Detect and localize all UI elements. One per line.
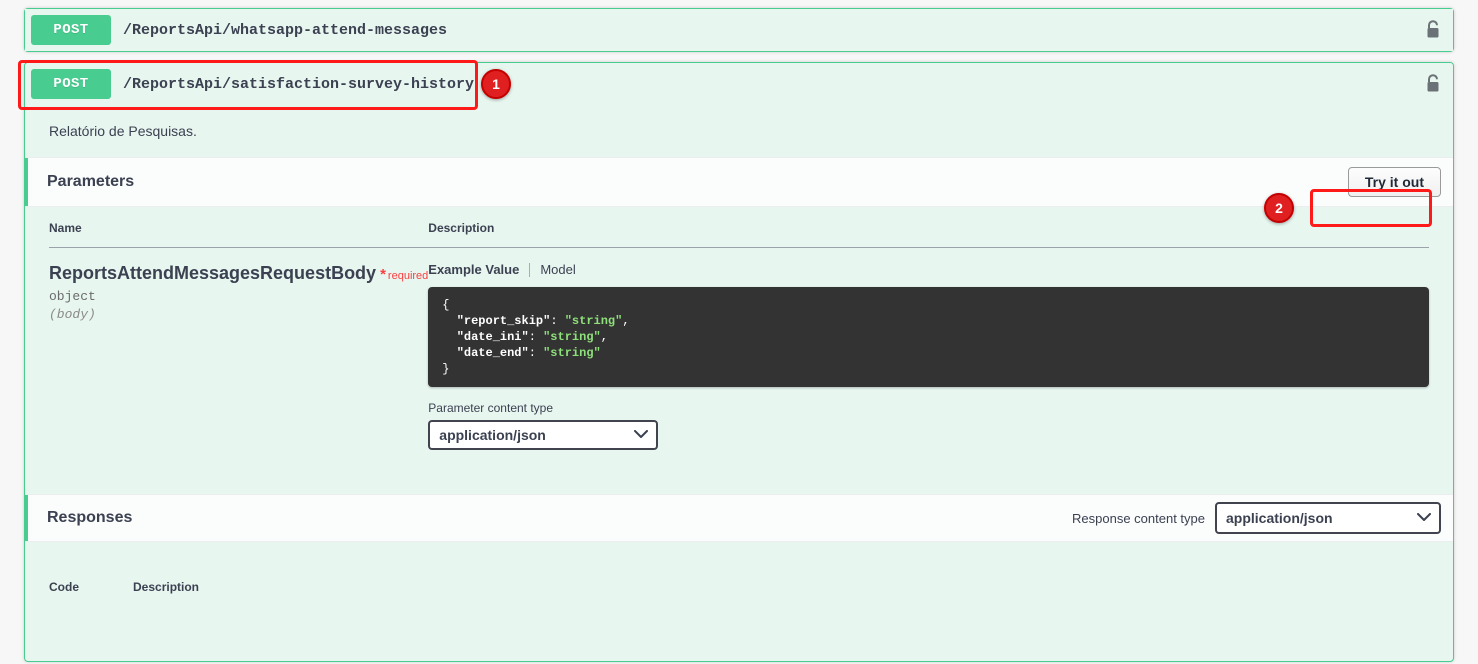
json-key-date-end: "date_end" [456, 346, 529, 360]
unlocked-padlock-icon[interactable] [1423, 19, 1443, 41]
parameter-content-type-select[interactable]: application/json [428, 420, 659, 450]
example-model-tabs: Example Value Model [428, 262, 1429, 277]
responses-table: Code Description [49, 542, 1429, 604]
table-row: ReportsAttendMessagesRequestBody * require… [49, 248, 1429, 451]
response-content-type-wrapper: application/json [1215, 502, 1441, 534]
json-value-date-ini: "string" [543, 330, 601, 344]
parameters-title: Parameters [47, 173, 135, 190]
parameter-description-cell: Example Value Model { "report_skip": "st… [428, 248, 1429, 450]
parameter-name-cell: ReportsAttendMessagesRequestBody * require… [49, 248, 428, 451]
parameter-name: ReportsAttendMessagesRequestBody * require… [49, 262, 428, 285]
required-label: required [387, 270, 429, 282]
operation-summary-expanded[interactable]: POST /ReportsApi/satisfaction-survey-his… [25, 63, 1453, 105]
parameter-type: object [49, 288, 96, 304]
json-close-brace: } [442, 362, 450, 376]
swagger-ui-page: POST /ReportsApi/whatsapp-attend-message… [0, 0, 1478, 664]
tab-separator [529, 262, 531, 277]
example-value-code-block[interactable]: { "report_skip": "string", "date_ini": "… [428, 287, 1429, 387]
responses-header: Responses Response content type applicat… [25, 494, 1453, 542]
parameters-header: Parameters Try it out [25, 157, 1453, 207]
parameters-table-header-row: Name Description [49, 207, 1429, 248]
response-content-type-label: Response content type [1072, 510, 1205, 526]
json-value-date-end: "string" [543, 346, 601, 360]
parameter-content-type-wrapper: application/json [428, 420, 659, 450]
tab-model[interactable]: Model [540, 262, 575, 277]
operation-path: /ReportsApi/satisfaction-survey-history [123, 75, 475, 93]
operation-description: Relatório de Pesquisas. [25, 105, 1453, 157]
tab-example-value[interactable]: Example Value [428, 262, 519, 277]
unlocked-padlock-icon[interactable] [1423, 73, 1443, 95]
response-content-type-select[interactable]: application/json [1215, 502, 1441, 534]
json-key-report-skip: "report_skip" [456, 314, 551, 328]
parameter-content-type-label: Parameter content type [428, 401, 554, 415]
operation-block-satisfaction-survey-history: POST /ReportsApi/satisfaction-survey-his… [24, 62, 1454, 662]
responses-title: Responses [47, 509, 133, 526]
column-header-name: Name [49, 207, 429, 248]
required-star: * [380, 266, 386, 283]
json-open-brace: { [442, 298, 450, 312]
try-it-out-button[interactable]: Try it out [1347, 167, 1441, 197]
column-header-description: Description [428, 207, 1429, 248]
json-key-date-ini: "date_ini" [456, 330, 529, 344]
parameters-table: Name Description ReportsAttendMessagesRe… [49, 207, 1429, 450]
json-value-report-skip: "string" [564, 314, 623, 328]
operation-summary[interactable]: POST /ReportsApi/whatsapp-attend-message… [25, 9, 1453, 51]
parameter-location: (body) [49, 306, 96, 322]
parameters-table-area: Name Description ReportsAttendMessagesRe… [25, 207, 1453, 450]
operation-path: /ReportsApi/whatsapp-attend-messages [123, 21, 448, 39]
parameter-name-text: ReportsAttendMessagesRequestBody [49, 263, 377, 283]
column-header-response-description: Description [133, 580, 200, 594]
responses-table-header-row: Code Description [49, 542, 1429, 604]
column-header-code: Code [49, 580, 79, 594]
http-method-badge: POST [31, 69, 111, 99]
http-method-badge: POST [31, 15, 111, 45]
responses-table-area: Code Description [25, 542, 1453, 604]
operation-block-whatsapp-attend-messages[interactable]: POST /ReportsApi/whatsapp-attend-message… [24, 8, 1454, 52]
